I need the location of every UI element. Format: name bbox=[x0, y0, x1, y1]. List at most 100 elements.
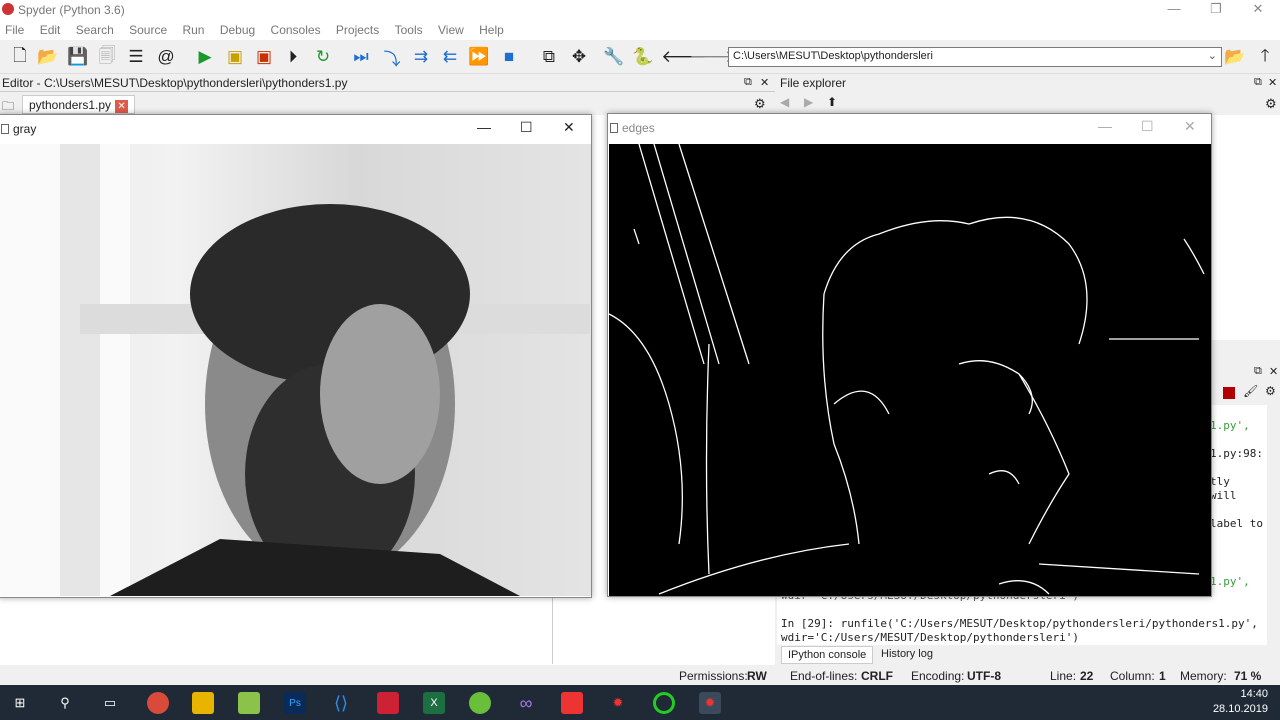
tab-close-icon[interactable]: ✕ bbox=[115, 100, 129, 113]
menu-file[interactable]: File bbox=[0, 20, 31, 37]
chrome-icon[interactable] bbox=[147, 692, 169, 714]
outline-icon[interactable]: ☰ bbox=[125, 46, 147, 68]
parent-dir-arrow-icon[interactable]: 🡑 bbox=[1254, 46, 1276, 68]
editor-tab[interactable]: pythonders1.py ✕ bbox=[22, 95, 136, 114]
save-icon[interactable]: 💾 bbox=[67, 46, 89, 68]
step-return-icon[interactable]: ⇇ bbox=[439, 46, 461, 68]
working-directory-combobox[interactable]: C:\Users\MESUT\Desktop\pythondersleri ⌄ bbox=[728, 47, 1222, 67]
encoding-label: Encoding: bbox=[911, 669, 965, 683]
tab-ipython-console[interactable]: IPython console bbox=[781, 646, 874, 664]
gray-window-titlebar[interactable]: gray — ☐ ✕ bbox=[0, 115, 591, 143]
edges-close-button[interactable]: ✕ bbox=[1184, 118, 1196, 135]
stop-debug-icon[interactable]: ■ bbox=[498, 46, 520, 68]
maximize-button[interactable]: ❐ bbox=[1196, 0, 1236, 20]
task-view-icon[interactable]: ▭ bbox=[99, 692, 121, 714]
canny-edges-image bbox=[608, 143, 1211, 596]
close-pane-icon[interactable]: ✕ bbox=[760, 76, 769, 89]
fe-close-icon[interactable]: ✕ bbox=[1268, 76, 1277, 89]
menu-projects[interactable]: Projects bbox=[331, 20, 386, 37]
close-button[interactable]: ✕ bbox=[1238, 0, 1278, 20]
gray-minimize-button[interactable]: — bbox=[477, 119, 491, 135]
edges-window-titlebar[interactable]: edges — ☐ ✕ bbox=[608, 114, 1211, 142]
python-path-icon[interactable]: 🐍 bbox=[632, 46, 654, 68]
editor-tab-label: pythonders1.py bbox=[29, 98, 112, 112]
spyder-icon[interactable]: ✹ bbox=[607, 692, 629, 714]
new-file-icon[interactable]: 🗋 bbox=[9, 46, 31, 68]
run-selection-icon[interactable]: ⏵ bbox=[282, 46, 304, 68]
menu-edit[interactable]: Edit bbox=[35, 20, 68, 37]
gray-close-button[interactable]: ✕ bbox=[563, 119, 575, 136]
forward-arrow-icon[interactable]: 🡒 bbox=[689, 46, 735, 68]
menu-bar: File Edit Search Source Run Debug Consol… bbox=[0, 20, 1280, 40]
line-value: 22 bbox=[1080, 669, 1094, 683]
fe-settings-gear-icon[interactable]: ⚙ bbox=[754, 96, 766, 112]
menu-search[interactable]: Search bbox=[71, 20, 121, 37]
gray-maximize-button[interactable]: ☐ bbox=[520, 119, 533, 136]
fullscreen-icon[interactable]: ✥ bbox=[568, 46, 590, 68]
fe-forward-icon[interactable]: ▶ bbox=[804, 95, 813, 109]
open-file-icon[interactable]: 📂 bbox=[37, 46, 59, 68]
console-scrollbar[interactable] bbox=[1267, 405, 1280, 645]
edges-maximize-button[interactable]: ☐ bbox=[1141, 118, 1154, 135]
photoshop-icon[interactable]: Ps bbox=[284, 692, 306, 714]
run-icon[interactable]: ▶ bbox=[194, 46, 216, 68]
maximize-pane-icon[interactable]: ⧉ bbox=[538, 46, 560, 68]
clear-console-brush-icon[interactable]: 🖌 bbox=[1243, 384, 1258, 398]
console-close-icon[interactable]: ✕ bbox=[1269, 365, 1278, 378]
console-undock-icon[interactable]: ⧉ bbox=[1254, 365, 1262, 378]
rerun-icon[interactable]: ↻ bbox=[312, 46, 334, 68]
menu-debug[interactable]: Debug bbox=[215, 20, 262, 37]
opencv-edges-window[interactable]: edges — ☐ ✕ bbox=[607, 113, 1212, 597]
menu-help[interactable]: Help bbox=[474, 20, 511, 37]
run-cell-icon[interactable]: ▣ bbox=[224, 46, 246, 68]
clock-time: 14:40 bbox=[1240, 688, 1268, 700]
vscode-icon[interactable]: ⟨⟩ bbox=[330, 692, 352, 714]
edges-minimize-button[interactable]: — bbox=[1098, 118, 1112, 134]
menu-consoles[interactable]: Consoles bbox=[266, 20, 328, 37]
fe-options-gear-icon[interactable]: ⚙ bbox=[1265, 96, 1277, 112]
console-line: 1.py', bbox=[1210, 419, 1250, 432]
save-all-icon[interactable]: 🗐 bbox=[96, 46, 118, 68]
circle-app-icon[interactable] bbox=[653, 692, 675, 714]
minimize-button[interactable]: — bbox=[1154, 0, 1194, 20]
debug-icon[interactable]: ⏭ bbox=[350, 46, 372, 68]
stop-kernel-icon[interactable] bbox=[1223, 387, 1235, 399]
excel-icon[interactable]: X bbox=[423, 692, 445, 714]
windows-start-icon[interactable]: ⊞ bbox=[9, 692, 31, 714]
file-explorer-icon[interactable] bbox=[192, 692, 214, 714]
undock-icon[interactable]: ⧉ bbox=[744, 76, 752, 89]
browse-folder-icon[interactable]: 📂 bbox=[1224, 46, 1246, 68]
clock-date: 28.10.2019 bbox=[1212, 703, 1268, 715]
taskbar-clock[interactable]: 14:40 28.10.2019 bbox=[1213, 687, 1268, 717]
android-app-icon[interactable] bbox=[469, 692, 491, 714]
menu-source[interactable]: Source bbox=[124, 20, 174, 37]
opencv-gray-window[interactable]: gray — ☐ ✕ bbox=[0, 114, 592, 598]
menu-tools[interactable]: Tools bbox=[390, 20, 430, 37]
step-icon[interactable]: ⤵ bbox=[381, 46, 403, 69]
editor-pane-header: Editor - C:\Users\MESUT\Desktop\pythonde… bbox=[0, 75, 775, 92]
run-cell-advance-icon[interactable]: ▣ bbox=[253, 46, 275, 68]
chevron-down-icon[interactable]: ⌄ bbox=[1208, 49, 1217, 62]
continue-icon[interactable]: ⏩ bbox=[468, 46, 490, 68]
edges-window-title: edges bbox=[622, 121, 655, 135]
menu-run[interactable]: Run bbox=[177, 20, 211, 37]
eol-label: End-of-lines: bbox=[790, 669, 858, 683]
console-options-gear-icon[interactable]: ⚙ bbox=[1265, 384, 1276, 398]
menu-view[interactable]: View bbox=[433, 20, 471, 37]
app-icon[interactable] bbox=[377, 692, 399, 714]
fe-back-icon[interactable]: ◀ bbox=[780, 95, 789, 109]
working-directory-path: C:\Users\MESUT\Desktop\pythondersleri bbox=[733, 50, 933, 62]
at-sign-icon[interactable]: @ bbox=[155, 46, 177, 68]
fe-up-icon[interactable]: ⬆ bbox=[827, 95, 837, 109]
tab-history-log[interactable]: History log bbox=[881, 648, 933, 660]
step-into-icon[interactable]: ⇉ bbox=[410, 46, 432, 68]
notepad-icon[interactable] bbox=[238, 692, 260, 714]
permissions-value: RW bbox=[747, 669, 767, 683]
media-app-icon[interactable] bbox=[561, 692, 583, 714]
spyder-active-icon[interactable]: ✹ bbox=[699, 692, 721, 714]
console-pane-header: ⧉ ✕ bbox=[1213, 363, 1280, 381]
preferences-wrench-icon[interactable]: 🔧 bbox=[603, 46, 625, 68]
search-icon[interactable]: ⚲ bbox=[54, 692, 76, 714]
fe-undock-icon[interactable]: ⧉ bbox=[1254, 76, 1262, 89]
visual-studio-icon[interactable]: ∞ bbox=[515, 692, 537, 714]
